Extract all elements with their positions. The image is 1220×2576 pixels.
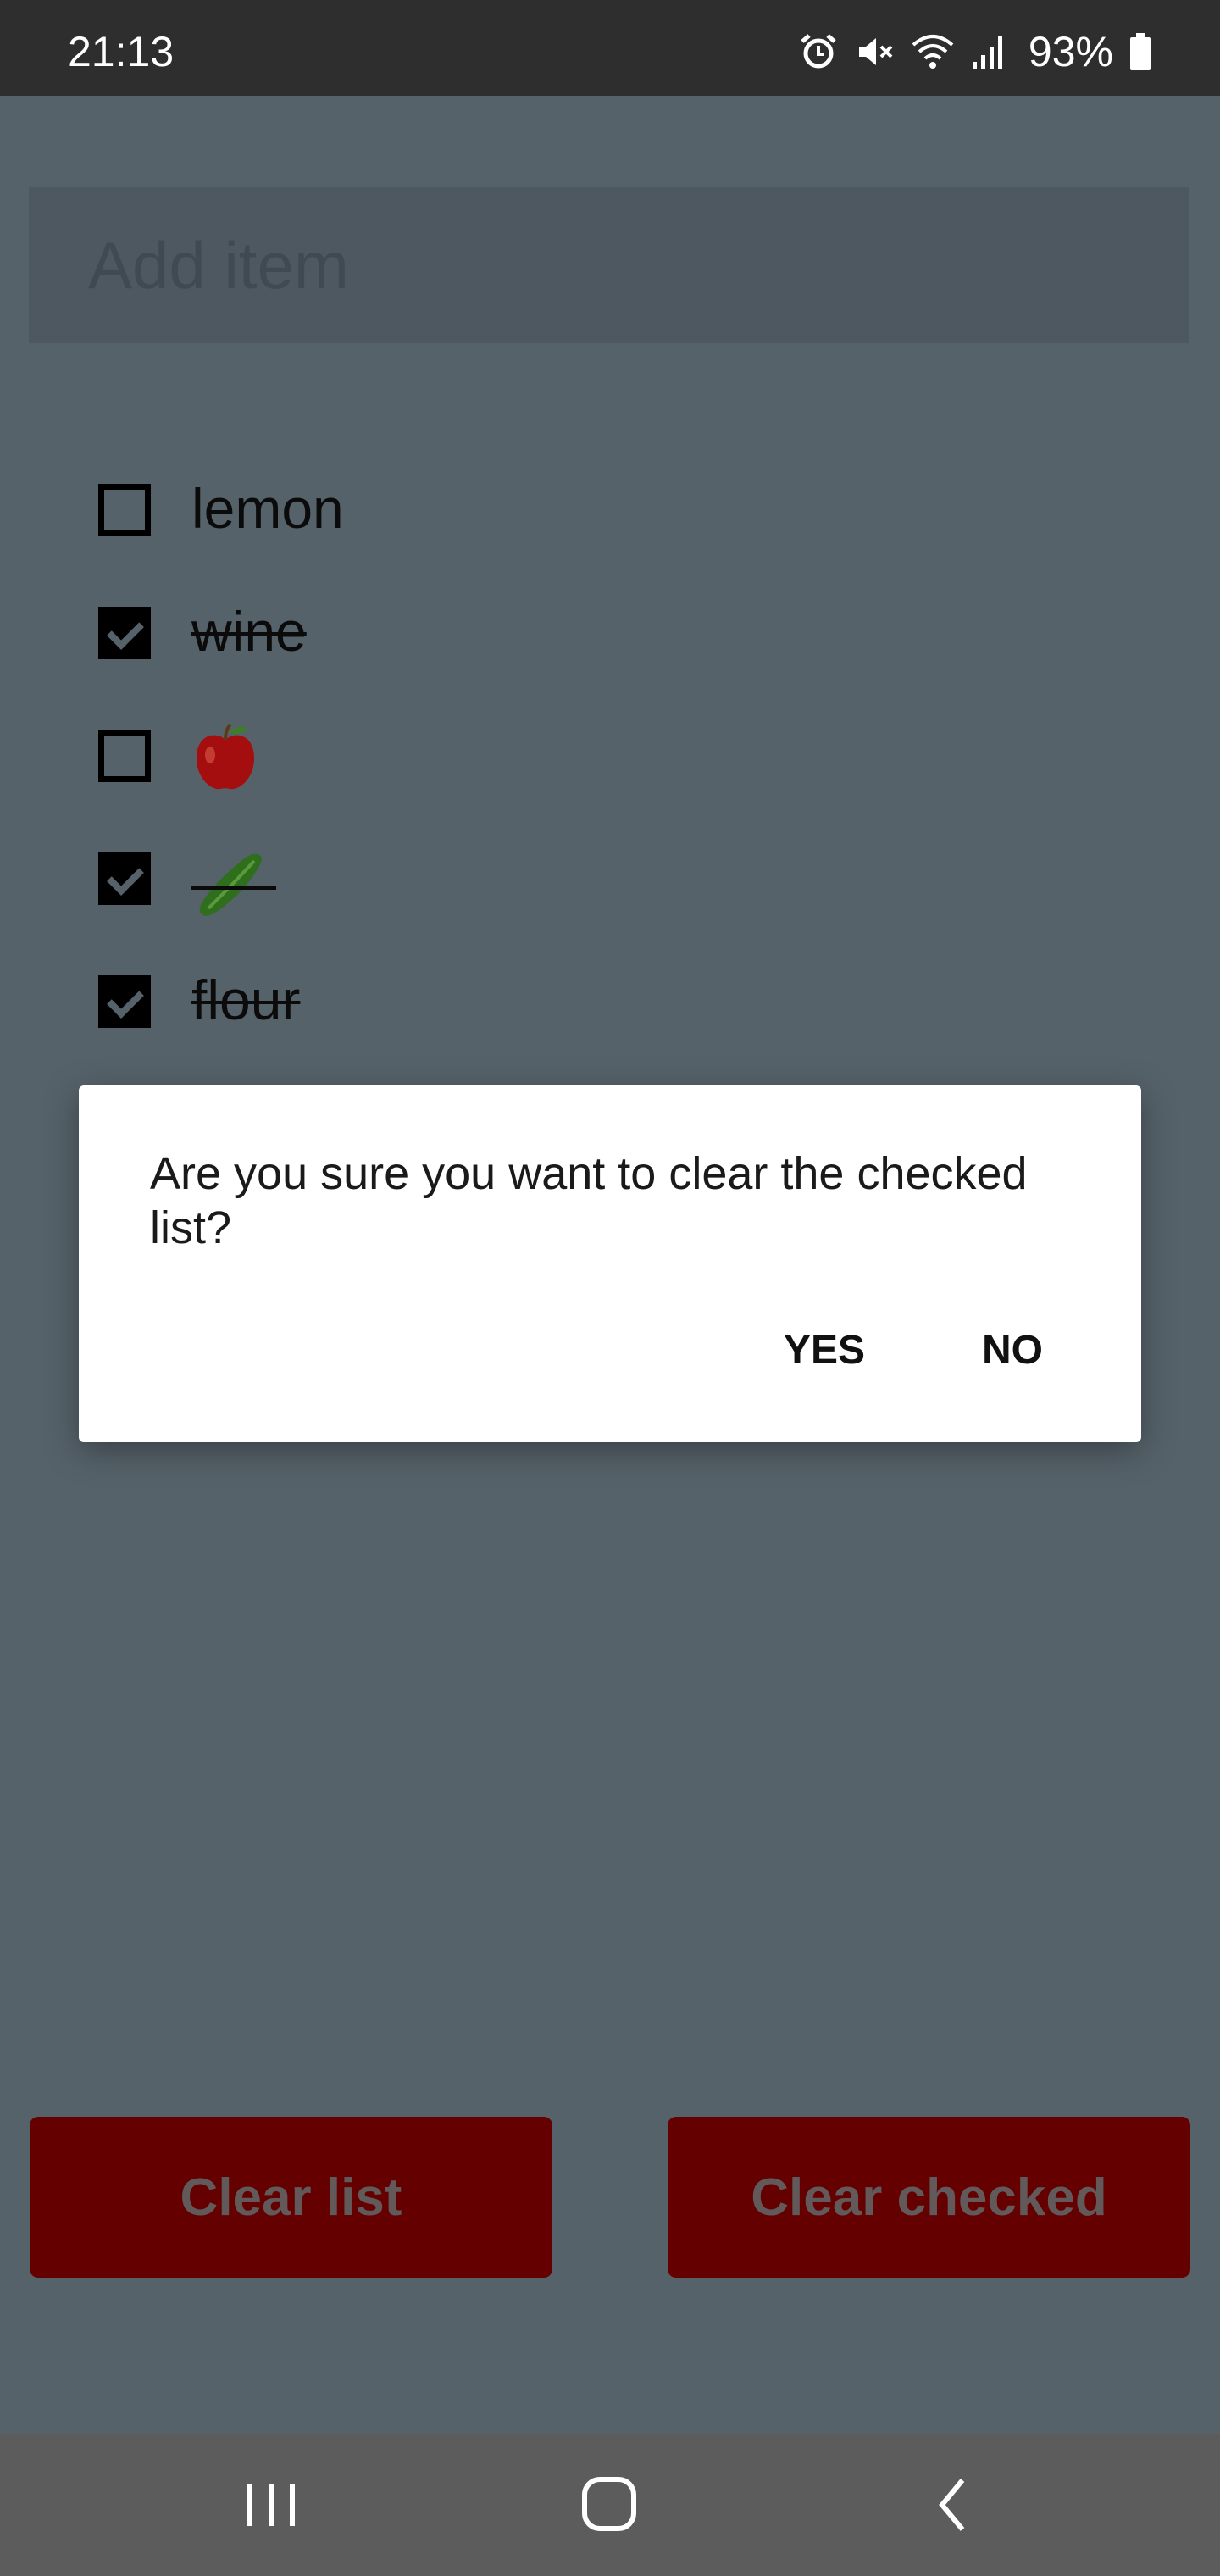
cucumber-emoji-icon: [199, 853, 262, 916]
list-item[interactable]: flour: [0, 941, 1220, 1064]
signal-icon: [972, 36, 1002, 69]
status-time: 21:13: [68, 28, 175, 75]
item-label: lemon: [191, 477, 344, 540]
wifi-icon: [912, 35, 954, 69]
dialog-message: Are you sure you want to clear the check…: [150, 1148, 1028, 1253]
recents-icon[interactable]: [237, 2475, 305, 2534]
item-checkbox[interactable]: [98, 607, 151, 659]
item-checkbox[interactable]: [98, 852, 151, 905]
strikethrough-line: [191, 886, 276, 890]
mute-icon: [858, 38, 893, 65]
navigation-bar: [0, 2434, 1220, 2576]
alarm-icon: [801, 34, 836, 69]
status-bar: 21:13 93%: [0, 0, 1220, 96]
battery-icon: [1130, 33, 1151, 70]
item-label: flour: [191, 969, 301, 1031]
list-item[interactable]: wine: [0, 573, 1220, 696]
home-icon[interactable]: [576, 2475, 644, 2534]
back-icon[interactable]: [923, 2475, 991, 2534]
no-button[interactable]: NO: [982, 1327, 1043, 1374]
clear-checked-button[interactable]: Clear checked: [668, 2117, 1190, 2278]
item-checkbox[interactable]: [98, 484, 151, 536]
list-item[interactable]: [0, 696, 1220, 819]
list-item[interactable]: lemon: [0, 450, 1220, 573]
item-checkbox[interactable]: [98, 730, 151, 782]
status-icons: 93%: [798, 31, 1152, 73]
add-item-input[interactable]: [29, 187, 1190, 343]
list-item[interactable]: [0, 819, 1220, 941]
item-label: wine: [191, 600, 307, 663]
battery-percent: 93%: [1028, 28, 1113, 75]
item-checkbox[interactable]: [98, 975, 151, 1028]
yes-button[interactable]: YES: [784, 1327, 865, 1374]
clear-list-button[interactable]: Clear list: [30, 2117, 552, 2278]
confirm-dialog: Are you sure you want to clear the check…: [79, 1085, 1141, 1442]
apple-emoji-icon: [197, 723, 254, 790]
